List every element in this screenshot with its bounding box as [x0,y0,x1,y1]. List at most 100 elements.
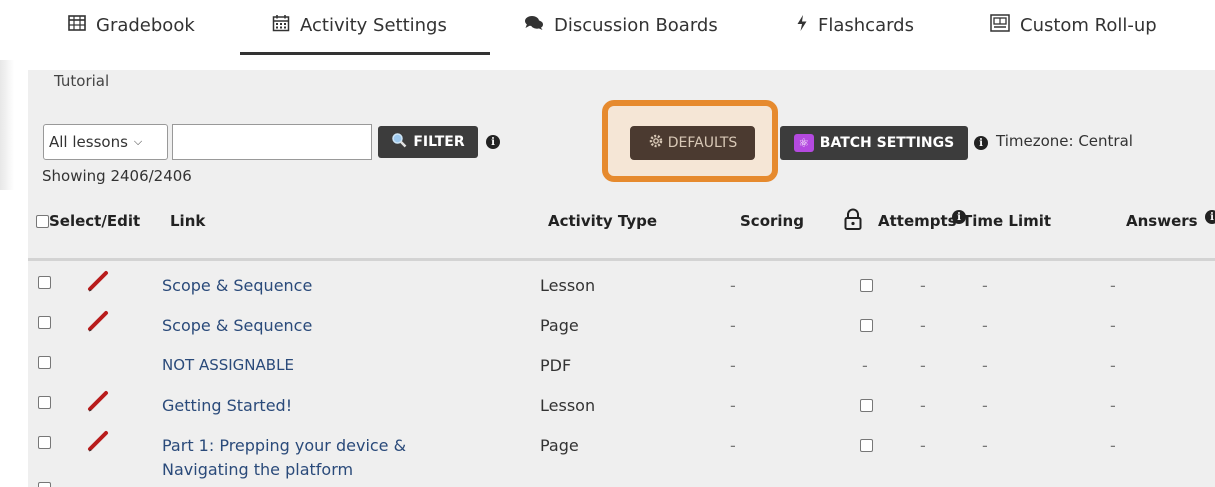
row-answers: - [1110,356,1116,375]
tab-label: Discussion Boards [554,14,718,36]
row-link-line-1[interactable]: Part 1: Prepping your device & [162,436,406,455]
chat-icon [524,15,544,35]
row-answers: - [1110,436,1116,455]
batch-settings-button[interactable]: ⚛ BATCH SETTINGS [780,126,968,160]
row-scoring: - [730,276,736,295]
row-lock-checkbox[interactable] [860,399,873,412]
activity-type-header: Activity Type [548,212,658,230]
info-icon[interactable]: i [1205,210,1215,224]
row-scoring: - [730,396,736,415]
top-tab-bar: Gradebook Activity Settings Discussion B… [0,0,1215,56]
info-icon[interactable]: i [974,136,988,150]
answers-header: Answers [1126,212,1198,230]
tab-label: Activity Settings [300,14,447,36]
search-icon [391,132,407,152]
pencil-icon[interactable] [86,388,112,414]
row-lock-checkbox[interactable] [860,279,873,292]
chevron-down-icon: ⌵ [133,135,143,148]
left-edge-shadow [0,60,14,190]
batch-settings-label: BATCH SETTINGS [819,135,955,151]
pencil-icon[interactable] [86,428,112,454]
bolt-icon [796,14,808,36]
row-scoring: - [730,436,736,455]
row-checkbox[interactable] [38,396,51,409]
defaults-button-label: DEFAULTS [667,135,738,151]
row-lock-checkbox[interactable] [860,439,873,452]
row-answers: - [1110,316,1116,335]
link-header: Link [170,212,206,230]
row-checkbox[interactable] [38,356,51,369]
tab-activity-settings[interactable]: Activity Settings [272,10,447,40]
timezone-label: Timezone: Central [996,132,1133,150]
row-attempts: - [920,436,926,455]
lock-icon [844,208,862,230]
defaults-button[interactable]: DEFAULTS [630,126,755,160]
row-activity-type: PDF [540,356,572,375]
row-scoring: - [730,316,736,335]
row-time-limit: - [982,396,988,415]
tab-flashcards[interactable]: Flashcards [796,10,914,40]
attempts-header: Attempts [878,212,957,230]
pencil-icon[interactable] [86,268,112,294]
time-limit-header: Time Limit [962,212,1052,230]
header-divider [28,258,1215,261]
table-row: Scope & Sequence Page - - - - [28,311,1215,352]
tab-label: Flashcards [818,14,914,36]
breadcrumb: Tutorial [54,72,110,90]
defaults-highlight: DEFAULTS [602,100,778,182]
filter-input[interactable] [172,124,372,160]
showing-count: Showing 2406/2406 [42,167,192,185]
tab-label: Custom Roll-up [1020,14,1157,36]
row-activity-type: Page [540,316,579,335]
row-activity-type: Page [540,436,579,455]
lesson-select-value: All lessons [49,133,128,151]
active-tab-indicator [240,52,490,55]
tab-gradebook[interactable]: Gradebook [68,10,195,40]
row-answers: - [1110,396,1116,415]
row-link[interactable]: Scope & Sequence [162,316,312,335]
row-activity-type: Lesson [540,396,596,415]
row-lock-checkbox[interactable] [860,319,873,332]
table-row: Scope & Sequence Lesson - - - - [28,271,1215,312]
row-attempts: - [920,276,926,295]
row-time-limit: - [982,276,988,295]
tab-label: Gradebook [96,14,195,36]
pencil-icon[interactable] [86,308,112,334]
table-icon [68,15,86,35]
filter-button-label: FILTER [413,134,465,150]
gear-icon [648,133,664,153]
atom-icon: ⚛ [793,134,814,152]
info-icon[interactable]: i [486,135,500,149]
select-all-checkbox[interactable] [36,215,49,228]
row-link[interactable]: Getting Started! [162,396,292,415]
activity-settings-panel: Tutorial All lessons ⌵ FILTER i Showing … [28,70,1215,487]
calendar-icon [272,14,290,36]
filter-button[interactable]: FILTER [378,126,478,158]
rollup-icon [990,14,1010,36]
row-checkbox[interactable] [38,316,51,329]
table-row: NOT ASSIGNABLE PDF - - - - - [28,352,1215,392]
row-scoring: - [730,356,736,375]
row-time-limit: - [982,356,988,375]
row-attempts: - [920,396,926,415]
lesson-select[interactable]: All lessons ⌵ [43,124,168,160]
row-link[interactable]: Scope & Sequence [162,276,312,295]
tab-custom-roll-up[interactable]: Custom Roll-up [990,10,1157,40]
row-link[interactable]: NOT ASSIGNABLE [162,356,294,374]
select-edit-header: Select/Edit [36,212,140,230]
table-row: Part 1: Prepping your device & Navigatin… [28,431,1215,487]
row-time-limit: - [982,316,988,335]
row-answers: - [1110,276,1116,295]
row-lock: - [862,356,868,375]
table-row: Getting Started! Lesson - - - - [28,391,1215,432]
row-activity-type: Lesson [540,276,596,295]
tab-discussion-boards[interactable]: Discussion Boards [524,10,718,40]
row-checkbox[interactable] [38,436,51,449]
row-link-line-2[interactable]: Navigating the platform [162,460,353,479]
row-checkbox[interactable] [38,276,51,289]
row-checkbox[interactable] [38,482,51,487]
scoring-header: Scoring [740,212,804,230]
row-time-limit: - [982,436,988,455]
row-attempts: - [920,316,926,335]
row-attempts: - [920,356,926,375]
